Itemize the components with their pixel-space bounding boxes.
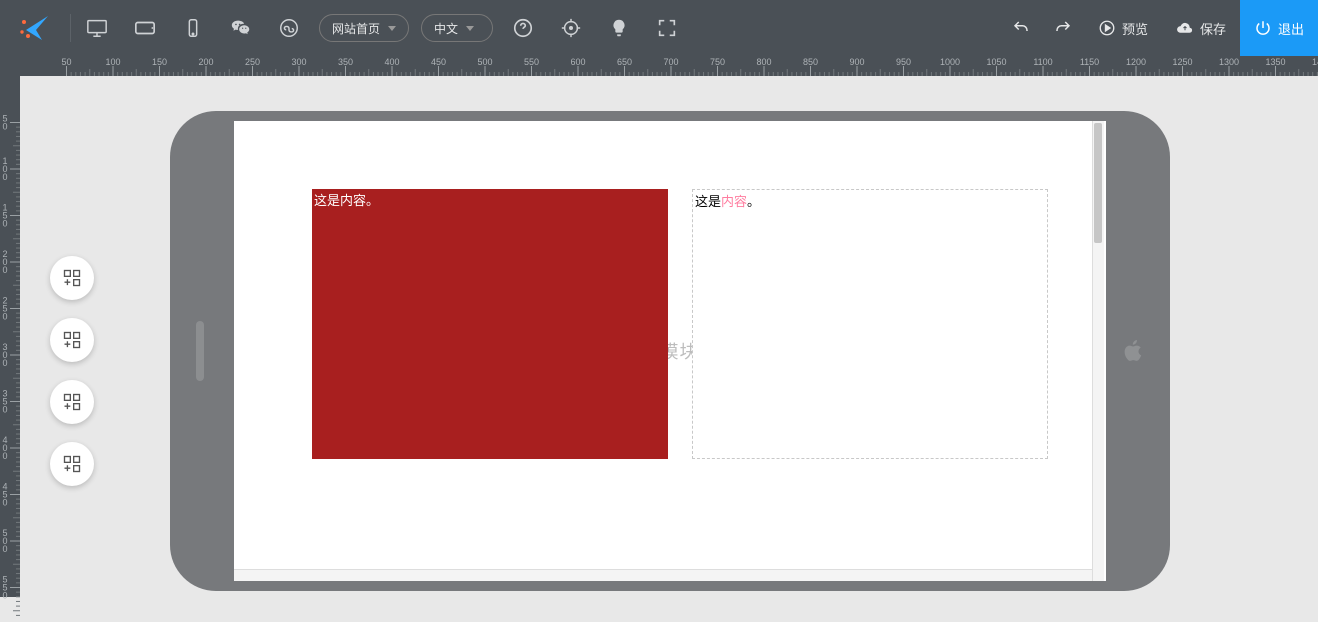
svg-text:500: 500 xyxy=(477,57,492,67)
language-select-label: 中文 xyxy=(434,20,458,37)
device-desktop-button[interactable] xyxy=(73,0,121,56)
svg-text:0: 0 xyxy=(2,358,7,368)
add-module-button-3[interactable] xyxy=(50,380,94,424)
block2-highlight: 内容 xyxy=(721,194,747,209)
block1-suffix: 。 xyxy=(366,193,379,208)
svg-text:400: 400 xyxy=(384,57,399,67)
svg-text:150: 150 xyxy=(152,57,167,67)
undo-button[interactable] xyxy=(1000,0,1042,56)
svg-text:600: 600 xyxy=(570,57,585,67)
svg-text:1400: 1400 xyxy=(1312,57,1318,67)
block1-prefix: 这是 xyxy=(314,193,340,208)
svg-text:1300: 1300 xyxy=(1219,57,1239,67)
add-module-button-1[interactable] xyxy=(50,256,94,300)
topbar-right: 预览 保存 退出 xyxy=(1000,0,1318,56)
vertical-scrollbar[interactable] xyxy=(1092,121,1104,581)
block2-suffix: 。 xyxy=(747,194,760,209)
block1-highlight: 内容 xyxy=(340,193,366,208)
svg-text:1050: 1050 xyxy=(986,57,1006,67)
preview-label: 预览 xyxy=(1122,19,1148,38)
block2-prefix: 这是 xyxy=(695,194,721,209)
svg-text:350: 350 xyxy=(338,57,353,67)
svg-text:0: 0 xyxy=(2,265,7,275)
separator xyxy=(70,14,71,42)
exit-button[interactable]: 退出 xyxy=(1240,0,1318,56)
wechat-button[interactable] xyxy=(217,0,265,56)
save-label: 保存 xyxy=(1200,19,1226,38)
exit-label: 退出 xyxy=(1278,19,1304,38)
svg-text:0: 0 xyxy=(2,544,7,554)
language-select-dropdown[interactable]: 中文 xyxy=(421,14,493,42)
svg-text:0: 0 xyxy=(2,219,7,229)
svg-text:1200: 1200 xyxy=(1126,57,1146,67)
canvas-stage[interactable]: 器模块 这是内容。 这是内容。 xyxy=(20,76,1318,597)
svg-text:750: 750 xyxy=(710,57,725,67)
device-tablet-landscape-button[interactable] xyxy=(121,0,169,56)
svg-text:0: 0 xyxy=(2,312,7,322)
hint-button[interactable] xyxy=(595,0,643,56)
svg-text:800: 800 xyxy=(756,57,771,67)
horizontal-scrollbar[interactable] xyxy=(234,569,1092,581)
svg-text:200: 200 xyxy=(198,57,213,67)
miniprogram-button[interactable] xyxy=(265,0,313,56)
svg-text:0: 0 xyxy=(2,405,7,415)
svg-text:1250: 1250 xyxy=(1172,57,1192,67)
target-button[interactable] xyxy=(547,0,595,56)
svg-text:0: 0 xyxy=(2,498,7,508)
device-home-indicator xyxy=(196,321,204,381)
apple-logo-icon xyxy=(1122,337,1146,365)
svg-text:850: 850 xyxy=(803,57,818,67)
add-module-button-4[interactable] xyxy=(50,442,94,486)
svg-text:1100: 1100 xyxy=(1033,57,1052,67)
svg-text:50: 50 xyxy=(61,57,71,67)
svg-text:550: 550 xyxy=(524,57,539,67)
device-frame: 器模块 这是内容。 这是内容。 xyxy=(170,111,1170,591)
side-toolbox xyxy=(50,256,94,486)
svg-text:700: 700 xyxy=(663,57,678,67)
svg-text:450: 450 xyxy=(431,57,446,67)
svg-text:0: 0 xyxy=(2,591,7,601)
add-module-button-2[interactable] xyxy=(50,318,94,362)
chevron-down-icon xyxy=(466,26,474,31)
svg-text:100: 100 xyxy=(105,57,120,67)
horizontal-ruler: 50 100 150 200 250 300 350 400 450 500 550 600 650 70… xyxy=(0,56,1318,76)
vertical-ruler: 50100150200250300350400450500550600 xyxy=(0,76,20,597)
svg-text:1000: 1000 xyxy=(940,57,960,67)
svg-text:1150: 1150 xyxy=(1080,57,1099,67)
topbar: 网站首页 中文 预览 保存 退出 xyxy=(0,0,1318,56)
svg-text:250: 250 xyxy=(245,57,260,67)
svg-text:0: 0 xyxy=(2,122,7,132)
chevron-down-icon xyxy=(388,26,396,31)
scrollbar-thumb[interactable] xyxy=(1094,123,1102,243)
page-select-dropdown[interactable]: 网站首页 xyxy=(319,14,409,42)
device-phone-button[interactable] xyxy=(169,0,217,56)
content-block-1[interactable]: 这是内容。 xyxy=(312,189,668,459)
preview-button[interactable]: 预览 xyxy=(1084,0,1162,56)
redo-button[interactable] xyxy=(1042,0,1084,56)
svg-text:0: 0 xyxy=(2,172,7,182)
logo[interactable] xyxy=(0,0,68,56)
svg-text:900: 900 xyxy=(849,57,864,67)
svg-text:650: 650 xyxy=(617,57,632,67)
save-button[interactable]: 保存 xyxy=(1162,0,1240,56)
svg-text:1350: 1350 xyxy=(1265,57,1285,67)
device-screen[interactable]: 器模块 这是内容。 这是内容。 xyxy=(234,121,1106,581)
svg-text:300: 300 xyxy=(291,57,306,67)
content-block-2[interactable]: 这是内容。 xyxy=(692,189,1048,459)
page-select-label: 网站首页 xyxy=(332,20,380,37)
svg-text:0: 0 xyxy=(2,451,7,461)
help-button[interactable] xyxy=(499,0,547,56)
svg-text:950: 950 xyxy=(896,57,911,67)
fullscreen-button[interactable] xyxy=(643,0,691,56)
